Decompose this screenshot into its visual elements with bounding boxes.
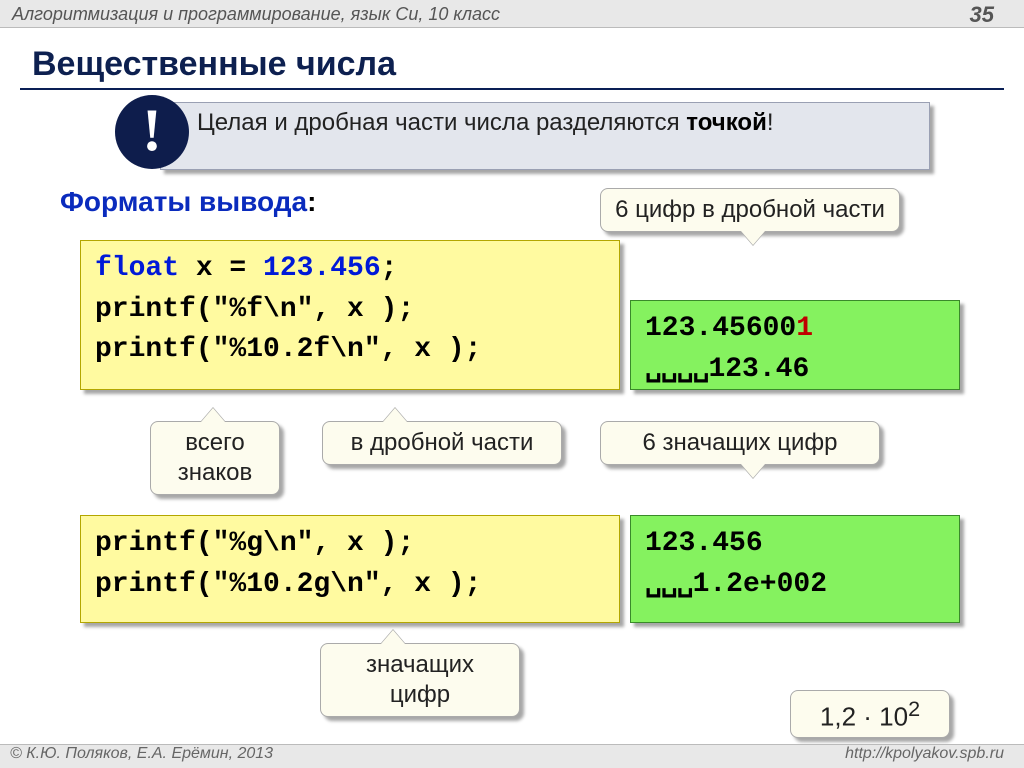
bubble-6-digits-fraction-text: 6 цифр в дробной части: [615, 196, 885, 223]
slide-footer: © К.Ю. Поляков, Е.А. Ерёмин, 2013 http:/…: [0, 744, 1024, 768]
exp-sup: 2: [908, 696, 920, 721]
exp-base: 1,2 · 10: [820, 702, 908, 732]
subheading-colon: :: [307, 186, 316, 217]
code-block-1: float x = 123.456; printf("%f\n", x ); p…: [80, 240, 620, 390]
code1-num: 123.456: [263, 253, 381, 284]
code1-semi: ;: [381, 253, 398, 284]
out1-line1: 123.456001: [645, 309, 945, 350]
out2-val: 1.2e+002: [693, 569, 827, 600]
note-callout: Целая и дробная части числа разделяются …: [160, 102, 930, 170]
note-bold: точкой: [686, 109, 767, 136]
out1-l1b: 1: [796, 313, 813, 344]
footer-left: © К.Ю. Поляков, Е.А. Ерёмин, 2013: [10, 745, 273, 763]
bubble-tail: [741, 464, 765, 478]
code1-line2: printf("%f\n", x );: [95, 290, 605, 331]
bubble-significant-digits-text: значащих цифр: [366, 651, 474, 708]
out2-line2: ␣␣␣1.2e+002: [645, 565, 945, 606]
bubble-6-significant: 6 значащих цифр: [600, 421, 880, 465]
out1-val: 123.46: [708, 354, 809, 385]
out1-l1a: 123.45600: [645, 313, 796, 344]
exclamation-icon: !: [115, 95, 189, 169]
bubble-significant-digits: значащих цифр: [320, 643, 520, 717]
bubble-fraction-part: в дробной части: [322, 421, 562, 465]
out2-line1: 123.456: [645, 524, 945, 565]
bubble-tail: [383, 408, 407, 422]
bubble-fraction-part-text: в дробной части: [351, 429, 534, 456]
code-block-2: printf("%g\n", x ); printf("%10.2g\n", x…: [80, 515, 620, 623]
output-block-1: 123.456001 ␣␣␣␣123.46: [630, 300, 960, 390]
keyword-float: float: [95, 253, 179, 284]
bubble-total-chars-text: всего знаков: [178, 429, 252, 486]
footer-right: http://kpolyakov.spb.ru: [845, 745, 1004, 763]
title-underline: [20, 88, 1004, 90]
subheading-text: Форматы вывода: [60, 186, 307, 217]
code2-line2: printf("%10.2g\n", x );: [95, 565, 605, 606]
out2-pad: ␣␣␣: [645, 569, 693, 600]
note-pre: Целая и дробная части числа разделяются: [197, 109, 686, 136]
slide-header: Алгоритмизация и программирование, язык …: [0, 0, 1024, 28]
bubble-6-digits-fraction: 6 цифр в дробной части: [600, 188, 900, 232]
code1-line1: float x = 123.456;: [95, 249, 605, 290]
page-number: 35: [970, 2, 994, 28]
bubble-tail: [381, 630, 405, 644]
code1-line3: printf("%10.2f\n", x );: [95, 330, 605, 371]
code1-var: x =: [179, 253, 263, 284]
out1-line2: ␣␣␣␣123.46: [645, 350, 945, 391]
code2-line1: printf("%g\n", x );: [95, 524, 605, 565]
output-block-2: 123.456 ␣␣␣1.2e+002: [630, 515, 960, 623]
out1-pad: ␣␣␣␣: [645, 354, 708, 385]
bubble-tail: [201, 408, 225, 422]
page-title: Вещественные числа: [32, 45, 396, 84]
note-post: !: [767, 109, 774, 136]
bubble-exp-notation: 1,2 · 102: [790, 690, 950, 738]
bubble-total-chars: всего знаков: [150, 421, 280, 495]
bubble-6-significant-text: 6 значащих цифр: [642, 429, 837, 456]
subheading: Форматы вывода:: [60, 186, 316, 218]
bubble-tail: [741, 231, 765, 245]
